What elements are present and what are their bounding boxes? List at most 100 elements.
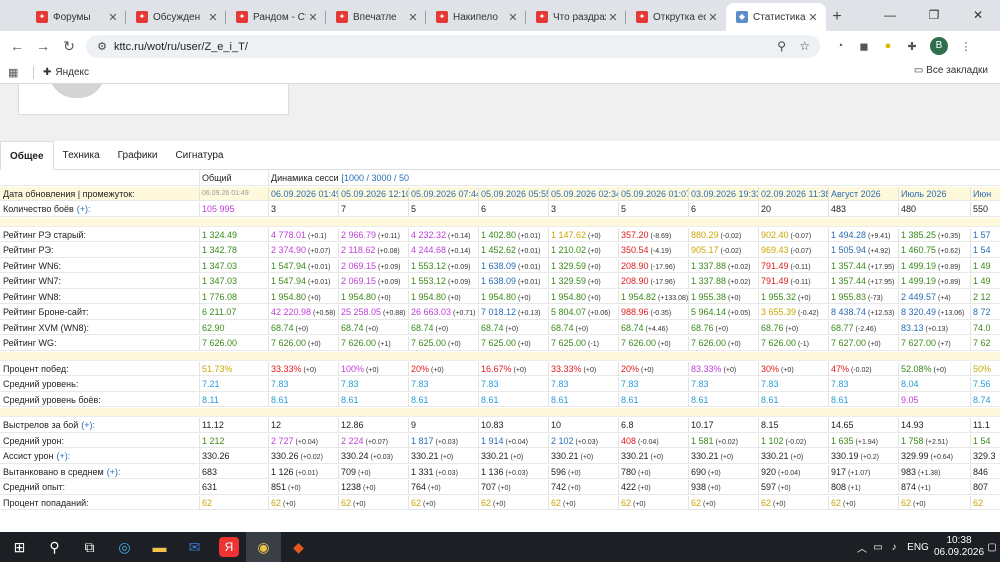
row-plus-link[interactable]: (+): [81, 420, 95, 430]
notification-icon[interactable]: ▢ [984, 542, 1000, 553]
row-plus-link[interactable]: (+): [77, 204, 91, 214]
close-tab-icon[interactable]: ✕ [306, 11, 320, 24]
cell-delta: (-0.35) [650, 310, 672, 317]
session-cell: 1 57 [970, 227, 1000, 242]
close-tab-icon[interactable]: ✕ [206, 11, 220, 24]
network-icon[interactable]: ▭ [870, 542, 886, 553]
adblock-icon[interactable]: ◔ [828, 40, 852, 52]
session-cell: 596 (+0) [548, 464, 618, 479]
url-text[interactable]: kttc.ru/wot/ru/user/Z_e_i_T/ [114, 41, 248, 53]
cell-delta: (+0) [435, 325, 449, 333]
close-tab-icon[interactable]: ✕ [106, 11, 120, 24]
cell-delta: (+9.41) [868, 232, 891, 240]
cell-delta: (-0.11) [790, 279, 811, 286]
row-plus-link[interactable]: (+): [107, 467, 121, 477]
column-date-link[interactable]: 05.09.2026 07:44 [408, 186, 478, 201]
edge-icon[interactable]: ◎ [107, 532, 142, 562]
restore-icon[interactable]: ❐ [912, 0, 956, 31]
menu-dots-icon[interactable]: ⋮ [954, 40, 978, 53]
close-tab-icon[interactable]: ✕ [706, 11, 720, 24]
site-info-icon[interactable]: ⚙ [90, 40, 114, 53]
language-indicator[interactable]: ENG [902, 542, 934, 553]
zoom-search-icon[interactable]: ⚲ [777, 35, 786, 58]
close-tab-icon[interactable]: ✕ [406, 11, 420, 24]
task-view-icon[interactable]: ⧉ [72, 532, 107, 562]
cell-value: 8.74 [973, 394, 991, 405]
browser-tab[interactable]: ✦ Накипело ✕ [426, 3, 526, 31]
row-label: Процент побед: [0, 362, 199, 376]
reload-icon[interactable]: ↻ [56, 38, 82, 55]
profile-avatar[interactable]: В [930, 37, 948, 55]
browser-tab[interactable]: ✦ Обсужден ✕ [126, 3, 226, 31]
taskbar: ⊞ ⚲ ⧉ ◎ ▬ ✉ Я ◉ ◆ ︿ ▭ ♪ ENG 10:38 06.09.2026 ▢ [0, 532, 1000, 562]
chevron-up-icon[interactable]: ︿ [854, 540, 870, 555]
column-date-link[interactable]: 05.09.2026 05:55 [478, 186, 548, 201]
search-icon[interactable]: ⚲ [37, 532, 72, 562]
puzzle-icon[interactable]: ✚ [900, 40, 924, 53]
record-icon[interactable]: ◼ [852, 40, 876, 53]
session-cell: 5 964.14 (+0.05) [688, 305, 758, 319]
section-tab[interactable]: Общее [0, 141, 54, 170]
back-icon[interactable]: ← [4, 38, 30, 54]
section-tab[interactable]: Техника [54, 141, 109, 170]
minimize-icon[interactable]: — [868, 0, 912, 31]
cell-delta: (+0.89) [938, 279, 961, 286]
browser-tab[interactable]: ✦ Рандом - Ста✕ [226, 3, 326, 31]
session-cell: 7 626.00 (+0) [618, 336, 688, 350]
column-date-link[interactable]: 03.09.2026 19:33 [688, 186, 758, 201]
cell-delta: (+0) [498, 485, 511, 492]
mail-icon[interactable]: ✉ [177, 532, 212, 562]
browser-tab[interactable]: ◆ Статистика ✕ [726, 3, 826, 31]
column-date-link[interactable]: 05.09.2026 02:34 [548, 186, 618, 201]
browser-tab[interactable]: ✦ Что раздраж ✕ [526, 3, 626, 31]
all-bookmarks[interactable]: ▭ Все закладки [914, 65, 988, 76]
close-window-icon[interactable]: ✕ [956, 0, 1000, 31]
column-date-link[interactable]: 02.09.2026 11:38 [758, 186, 828, 201]
start-icon[interactable]: ⊞ [2, 532, 37, 562]
close-tab-icon[interactable]: ✕ [806, 11, 820, 24]
column-date-link[interactable]: Июль 2026 [898, 186, 970, 201]
cell-value: 8.61 [481, 394, 499, 405]
cell-value: 2 727 [271, 435, 294, 446]
session-cell: 330.19 (+0.2) [828, 449, 898, 463]
close-tab-icon[interactable]: ✕ [506, 11, 520, 24]
column-date-link[interactable]: 06.09.2026 01:49 [268, 186, 338, 201]
row-plus-link[interactable]: (+): [57, 451, 71, 461]
session-cell: 7.83 [758, 377, 828, 391]
cell-value: 330.21 [761, 451, 789, 461]
new-tab-button[interactable]: + [826, 3, 848, 31]
browser-tab[interactable]: ✦ Открутка ес ✕ [626, 3, 726, 31]
cell-value: 62 [481, 497, 492, 508]
cell-value: 62 [831, 497, 842, 508]
browser-tab[interactable]: ✦ Форумы ✕ [26, 3, 126, 31]
section-tab[interactable]: Графики [109, 141, 167, 170]
column-date-link[interactable]: Июн [970, 186, 1000, 201]
omnibox[interactable]: ⚙ kttc.ru/wot/ru/user/Z_e_i_T/ ⚲ ☆ [86, 35, 820, 58]
clock[interactable]: 10:38 06.09.2026 [934, 535, 984, 559]
column-date-link[interactable]: 05.09.2026 01:07 [618, 186, 688, 201]
close-tab-icon[interactable]: ✕ [606, 11, 620, 24]
section-tab[interactable]: Сигнатура [166, 141, 232, 170]
session-cell: 1 635 (+1.94) [828, 433, 898, 448]
cell-value: 808 [831, 482, 847, 492]
session-cell: 2 118.62 (+0.08) [338, 243, 408, 257]
bookmark-yandex[interactable]: Яндекс [55, 67, 89, 78]
cell-delta: (-1) [798, 341, 809, 348]
wot-launcher-icon[interactable]: ◆ [281, 532, 316, 562]
column-date-link[interactable]: 05.09.2026 12:10 [338, 186, 408, 201]
bookmark-star-icon[interactable]: ☆ [799, 35, 810, 58]
browser-tab[interactable]: ✦ Впечатле ✕ [326, 3, 426, 31]
session-cell: 8.04 [898, 377, 970, 391]
column-date-link[interactable]: Август 2026 [828, 186, 898, 201]
forward-icon[interactable]: → [30, 38, 56, 54]
chrome-icon[interactable]: ◉ [246, 532, 281, 562]
extension-yellow-icon[interactable]: ● [876, 40, 900, 52]
session-range-links[interactable]: [1000 / 3000 / 50 [342, 173, 410, 183]
yandex-browser-icon[interactable]: Я [219, 537, 239, 557]
apps-grid-icon[interactable]: ▦ [8, 66, 24, 79]
session-cell: 68.74 (+0) [268, 320, 338, 335]
session-cell: 4 778.01 (+0.1) [268, 227, 338, 242]
cell-delta: (-0.02) [785, 438, 807, 446]
volume-icon[interactable]: ♪ [886, 542, 902, 553]
file-explorer-icon[interactable]: ▬ [142, 532, 177, 562]
